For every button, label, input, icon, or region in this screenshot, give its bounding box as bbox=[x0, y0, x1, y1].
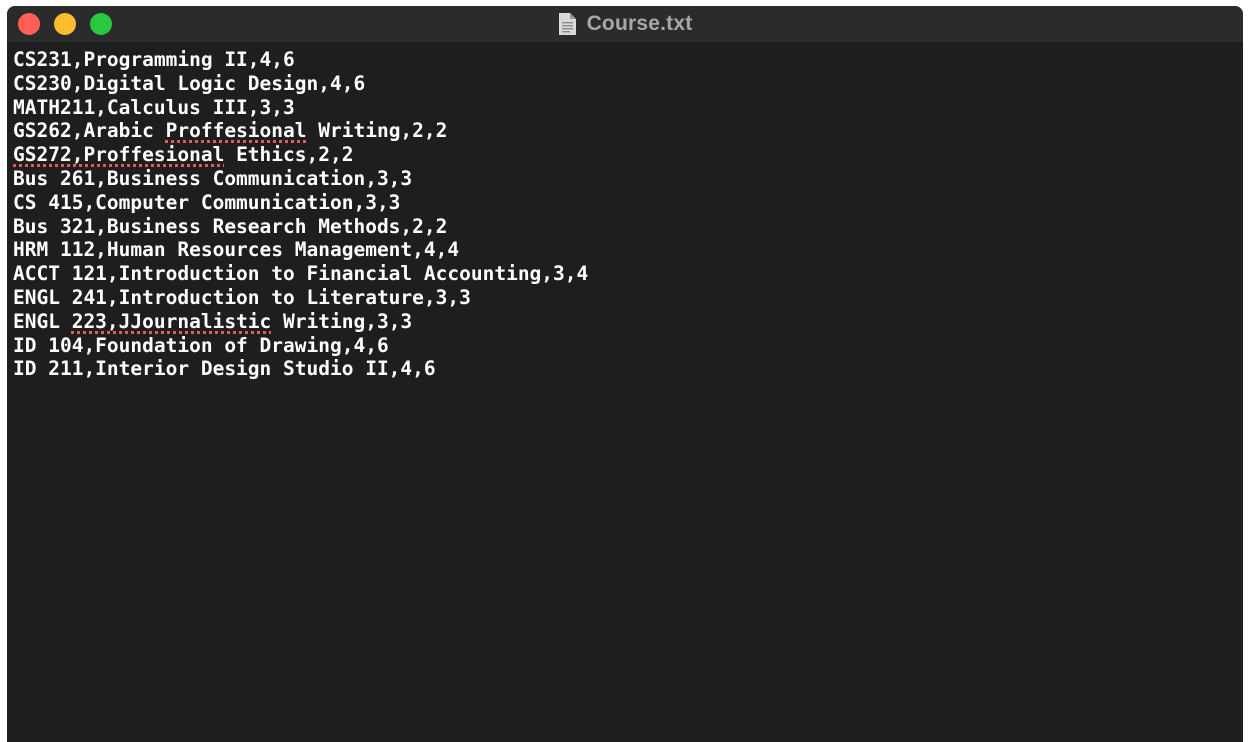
text-segment: MATH211,Calculus III,3,3 bbox=[13, 95, 295, 119]
text-line: Bus 321,Business Research Methods,2,2 bbox=[13, 215, 1243, 239]
text-line: CS230,Digital Logic Design,4,6 bbox=[13, 72, 1243, 96]
text-line: CS231,Programming II,4,6 bbox=[13, 48, 1243, 72]
title-bar: Course.txt bbox=[7, 6, 1243, 42]
text-segment: GS262,Arabic bbox=[13, 119, 166, 143]
text-line: ENGL 223,JJournalistic Writing,3,3 bbox=[13, 310, 1243, 334]
text-line: MATH211,Calculus III,3,3 bbox=[13, 96, 1243, 120]
text-line: ENGL 241,Introduction to Literature,3,3 bbox=[13, 286, 1243, 310]
text-line: ID 211,Interior Design Studio II,4,6 bbox=[13, 357, 1243, 381]
text-line: GS262,Arabic Proffesional Writing,2,2 bbox=[13, 119, 1243, 143]
text-segment: ID 211,Interior Design Studio II,4,6 bbox=[13, 357, 436, 381]
text-segment: CS 415,Computer Communication,3,3 bbox=[13, 190, 401, 214]
text-segment: CS230,Digital Logic Design,4,6 bbox=[13, 71, 366, 95]
window-title: Course.txt bbox=[586, 12, 693, 35]
text-segment: CS231,Programming II,4,6 bbox=[13, 48, 295, 71]
text-segment: ID 104,Foundation of Drawing,4,6 bbox=[13, 333, 389, 357]
misspelled-word: GS272,Proffesional bbox=[13, 143, 225, 167]
misspelled-word: Proffesional bbox=[165, 119, 307, 143]
text-line: Bus 261,Business Communication,3,3 bbox=[13, 167, 1243, 191]
text-line: ACCT 121,Introduction to Financial Accou… bbox=[13, 262, 1243, 286]
misspelled-word: 223,JJournalistic bbox=[71, 309, 272, 333]
text-segment: Bus 261,Business Communication,3,3 bbox=[13, 166, 413, 190]
document-icon bbox=[558, 13, 576, 35]
text-segment: Writing,3,3 bbox=[271, 309, 413, 333]
text-line: GS272,Proffesional Ethics,2,2 bbox=[13, 143, 1243, 167]
text-content-area[interactable]: CS231,Programming II,4,6 CS230,Digital Lo… bbox=[13, 48, 1243, 742]
text-segment: HRM 112,Human Resources Management,4,4 bbox=[13, 238, 460, 262]
text-editor-window: Course.txt CS231,Programming II,4,6 CS230… bbox=[7, 6, 1243, 742]
text-segment: ENGL bbox=[13, 309, 72, 333]
window-title-area: Course.txt bbox=[7, 6, 1243, 42]
text-line: CS 415,Computer Communication,3,3 bbox=[13, 191, 1243, 215]
text-segment: Bus 321,Business Research Methods,2,2 bbox=[13, 214, 448, 238]
text-line: ID 104,Foundation of Drawing,4,6 bbox=[13, 334, 1243, 358]
text-line: HRM 112,Human Resources Management,4,4 bbox=[13, 238, 1243, 262]
text-segment: Writing,2,2 bbox=[306, 119, 448, 143]
text-segment: ENGL 241,Introduction to Literature,3,3 bbox=[13, 285, 471, 309]
text-segment: Ethics,2,2 bbox=[224, 143, 354, 167]
text-segment: ACCT 121,Introduction to Financial Accou… bbox=[13, 262, 589, 286]
